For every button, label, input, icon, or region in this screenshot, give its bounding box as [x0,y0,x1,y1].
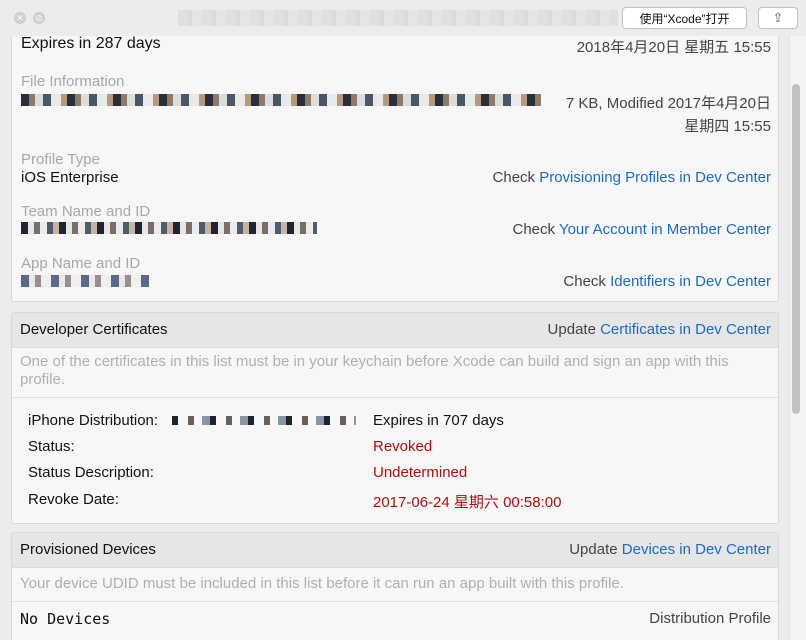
certificates-link[interactable]: Certificates in Dev Center [600,321,771,338]
status-description-label: Status Description: [28,464,154,481]
team-id-redacted [21,222,317,234]
file-info-label: File Information [21,73,125,90]
check-text: Check [512,221,556,238]
devices-note: Your device UDID must be included in thi… [20,575,624,592]
identifiers-link[interactable]: Identifiers in Dev Center [610,273,771,290]
update-certificates-row: Update Certificates in Dev Center [548,321,771,338]
expires-text: Expires in 287 days [21,36,161,52]
devices-link[interactable]: Devices in Dev Center [622,541,771,558]
revoke-date-label: Revoke Date: [28,491,119,508]
member-center-link[interactable]: Your Account in Member Center [559,221,771,238]
update-devices-row: Update Devices in Dev Center [569,541,771,558]
share-button[interactable]: ⇪ [758,7,798,29]
window-title-redacted [178,10,618,26]
update-text: Update [569,541,618,558]
provisioned-devices-panel: Provisioned Devices Update Devices in De… [11,532,779,640]
team-label: Team Name and ID [21,203,151,220]
status-label: Status: [28,438,75,455]
file-info-size: 7 KB, Modified 2017年4月20日 [565,95,771,112]
profile-content: Expires in 287 days 2018年4月20日 星期五 15:55… [0,36,789,640]
disabled-circle-icon: ⊘ [33,12,45,24]
app-id-redacted [21,275,149,287]
check-text: Check [492,169,536,186]
profile-info-panel: Expires in 287 days 2018年4月20日 星期五 15:55… [11,36,779,302]
certificates-note: One of the certificates in this list mus… [20,353,729,388]
check-text: Check [563,273,606,290]
check-account-row: Check Your Account in Member Center [513,221,772,238]
cert-name-label: iPhone Distribution: [28,412,159,429]
status-value: Revoked [373,438,433,455]
devices-header: Provisioned Devices Update Devices in De… [12,533,778,568]
certificates-title: Developer Certificates [20,321,168,338]
devices-title: Provisioned Devices [20,541,156,558]
created-date: 2018年4月20日 星期五 15:55 [576,39,771,56]
check-profiles-row: Check Provisioning Profiles in Dev Cente… [493,169,771,186]
update-text: Update [547,321,596,338]
provisioning-profiles-link[interactable]: Provisioning Profiles in Dev Center [539,169,771,186]
file-name-redacted [21,94,541,106]
profile-type-label: Profile Type [21,151,100,168]
app-label: App Name and ID [21,255,141,272]
profile-type-value: iOS Enterprise [21,169,119,186]
title-bar: ✕ ⊘ 使用“Xcode”打开 ⇪ [0,0,806,36]
divider [12,601,778,602]
close-icon[interactable]: ✕ [14,12,26,24]
share-icon: ⇪ [772,10,784,25]
divider [12,397,778,398]
open-with-xcode-button[interactable]: 使用“Xcode”打开 [622,7,747,29]
profile-kind-text: Distribution Profile [649,610,771,627]
scrollbar-thumb[interactable] [792,84,800,414]
no-devices-text: No Devices [20,610,111,628]
cert-name-redacted [172,416,356,425]
cert-expires: Expires in 707 days [373,412,504,429]
check-identifiers-row: Check Identifiers in Dev Center [563,273,771,290]
developer-certificates-panel: Developer Certificates Update Certificat… [11,312,779,524]
revoke-date-value: 2017-06-24 星期六 00:58:00 [373,494,562,511]
file-info-date: 星期四 15:55 [684,118,771,135]
certificates-header: Developer Certificates Update Certificat… [12,313,778,348]
status-description-value: Undetermined [373,464,468,481]
